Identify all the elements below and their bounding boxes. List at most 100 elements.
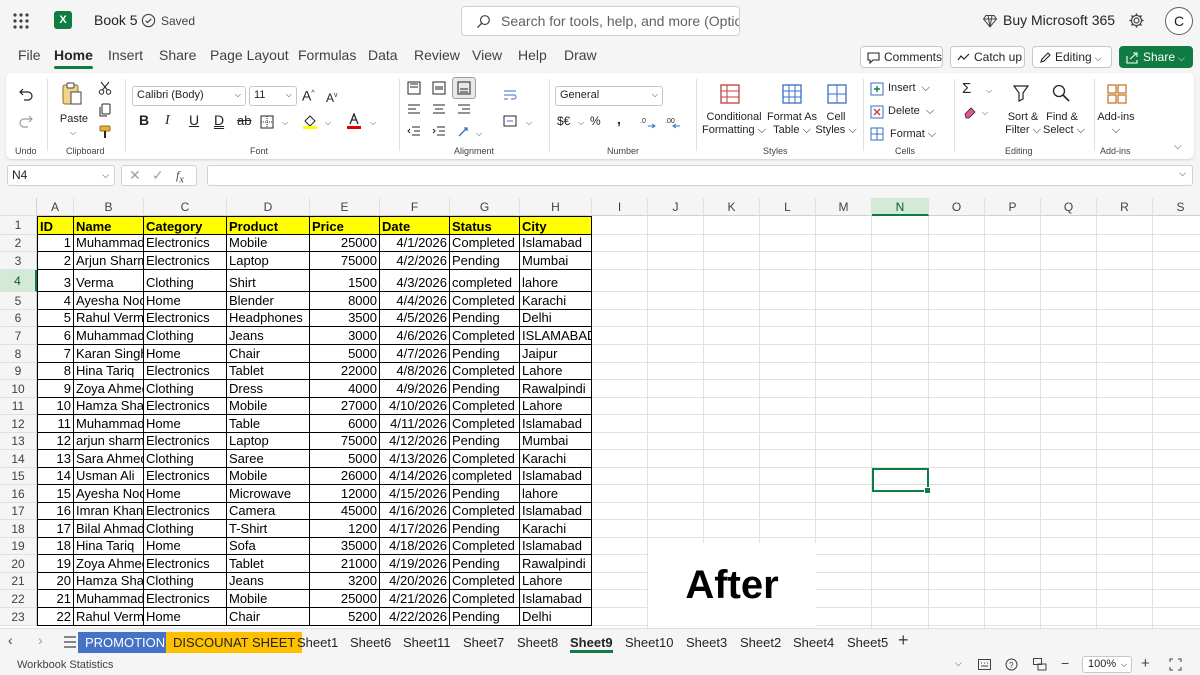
table-cell[interactable]: Home (144, 538, 227, 555)
table-cell[interactable]: 22 (37, 608, 74, 626)
row-header[interactable]: 23 (0, 608, 37, 626)
table-cell[interactable]: Clothing (144, 450, 227, 468)
orientation-chevron-icon[interactable]: ⌵ (476, 129, 482, 139)
table-cell[interactable]: lahore (520, 270, 592, 292)
table-cell[interactable]: T-Shirt (227, 520, 310, 538)
table-cell[interactable]: Mumbai (520, 252, 592, 270)
table-cell[interactable]: Electronics (144, 310, 227, 327)
table-cell[interactable]: Mobile (227, 235, 310, 252)
table-cell[interactable]: Rahul Verma (74, 310, 144, 327)
table-cell[interactable]: Electronics (144, 252, 227, 270)
conditional-formatting-icon[interactable] (719, 83, 741, 105)
table-cell[interactable]: Blender (227, 292, 310, 310)
redo-icon[interactable] (19, 114, 33, 128)
table-cell[interactable]: 21000 (310, 555, 380, 573)
row-header[interactable]: 15 (0, 468, 37, 485)
percent-style-icon[interactable]: % (590, 115, 601, 128)
table-cell[interactable]: 3200 (310, 573, 380, 590)
tab-data[interactable]: Data (368, 47, 398, 63)
table-cell[interactable]: 4/3/2026 (380, 270, 450, 292)
sheet-tab-sheet1[interactable]: Sheet1 (290, 632, 345, 653)
table-cell[interactable]: completed (450, 468, 520, 485)
table-cell[interactable]: Dress (227, 380, 310, 398)
table-cell[interactable]: 16 (37, 503, 74, 520)
table-cell[interactable]: 14 (37, 468, 74, 485)
row-header[interactable]: 19 (0, 538, 37, 555)
autosum-chevron-icon[interactable]: ⌵ (986, 86, 992, 96)
align-bottom-button[interactable] (452, 77, 476, 99)
table-cell[interactable]: Zoya Ahmed (74, 555, 144, 573)
after-label-text[interactable]: After (648, 563, 816, 608)
table-cell[interactable]: 3500 (310, 310, 380, 327)
comma-style-icon[interactable]: , (617, 112, 621, 126)
decrease-indent-icon[interactable] (407, 126, 421, 138)
table-cell[interactable]: 4 (37, 292, 74, 310)
table-cell[interactable]: 17 (37, 520, 74, 538)
paste-icon[interactable] (61, 82, 83, 106)
tab-home[interactable]: Home (54, 47, 93, 69)
column-header-q[interactable]: Q (1041, 198, 1097, 216)
row-header[interactable]: 5 (0, 292, 37, 310)
table-cell[interactable]: Shirt (227, 270, 310, 292)
column-header-o[interactable]: O (929, 198, 985, 216)
table-cell[interactable]: Electronics (144, 363, 227, 380)
table-cell[interactable]: Ayesha Noor (74, 485, 144, 503)
table-cell[interactable]: Rawalpindi (520, 380, 592, 398)
table-cell[interactable]: Muhammad (74, 415, 144, 433)
active-cell-selection[interactable] (872, 468, 931, 494)
add-sheet-icon[interactable]: + (898, 630, 909, 651)
table-cell[interactable]: 3 (37, 270, 74, 292)
accounting-format-icon[interactable]: $€ (557, 115, 570, 128)
table-cell[interactable]: 4/18/2026 (380, 538, 450, 555)
table-cell[interactable]: Completed (450, 450, 520, 468)
table-cell[interactable]: 8 (37, 363, 74, 380)
sheet-tab-sheet7[interactable]: Sheet7 (456, 632, 511, 653)
sheet-tab-sheet9[interactable]: Sheet9 (563, 632, 620, 653)
table-cell[interactable]: Jeans (227, 573, 310, 590)
zoom-out-icon[interactable]: − (1061, 655, 1069, 671)
table-cell[interactable]: 4000 (310, 380, 380, 398)
table-cell[interactable]: Imran Khan (74, 503, 144, 520)
column-header-b[interactable]: B (74, 198, 144, 216)
sheet-tab-sheet5[interactable]: Sheet5 (840, 632, 895, 653)
sort-filter-button[interactable]: Sort & Filter ⌵ (1005, 111, 1041, 137)
table-cell[interactable]: Lahore (520, 398, 592, 415)
table-cell[interactable]: Pending (450, 520, 520, 538)
add-ins-icon[interactable] (1106, 83, 1128, 105)
table-cell[interactable]: 5200 (310, 608, 380, 626)
table-cell[interactable]: Muhammad (74, 235, 144, 252)
table-cell[interactable]: Home (144, 345, 227, 363)
table-cell[interactable]: 4/20/2026 (380, 573, 450, 590)
table-cell[interactable]: 75000 (310, 252, 380, 270)
table-cell[interactable]: Sofa (227, 538, 310, 555)
paste-label[interactable]: Paste (59, 113, 89, 126)
table-cell[interactable]: 5 (37, 310, 74, 327)
table-cell[interactable]: 21 (37, 590, 74, 608)
table-cell[interactable]: 4/4/2026 (380, 292, 450, 310)
increase-decimal-icon[interactable]: .0 (640, 114, 656, 130)
align-middle-icon[interactable] (432, 81, 446, 95)
table-cell[interactable]: Pending (450, 608, 520, 626)
row-header[interactable]: 1 (0, 216, 37, 235)
row-header[interactable]: 18 (0, 520, 37, 538)
table-cell[interactable]: Laptop (227, 252, 310, 270)
insert-cells-button[interactable]: Insert ⌵ (888, 82, 930, 95)
fill-color-chevron-icon[interactable]: ⌵ (325, 118, 331, 128)
table-cell[interactable]: 4/2/2026 (380, 252, 450, 270)
table-cell[interactable]: Completed (450, 415, 520, 433)
table-cell[interactable]: 10 (37, 398, 74, 415)
table-cell[interactable]: Clothing (144, 520, 227, 538)
table-cell[interactable]: 7 (37, 345, 74, 363)
excel-logo-icon[interactable]: X (54, 11, 72, 29)
sheet-tab-sheet8[interactable]: Sheet8 (510, 632, 565, 653)
font-color-icon[interactable] (346, 113, 362, 129)
table-cell[interactable]: Mobile (227, 590, 310, 608)
row-header[interactable]: 14 (0, 450, 37, 468)
table-cell[interactable]: Rahul Verma (74, 608, 144, 626)
table-cell[interactable]: 4/1/2026 (380, 235, 450, 252)
table-cell[interactable]: 4/14/2026 (380, 468, 450, 485)
select-all-corner[interactable] (0, 198, 37, 216)
table-header-cell[interactable]: Name (74, 216, 144, 235)
table-cell[interactable]: Completed (450, 292, 520, 310)
table-cell[interactable]: 5000 (310, 450, 380, 468)
